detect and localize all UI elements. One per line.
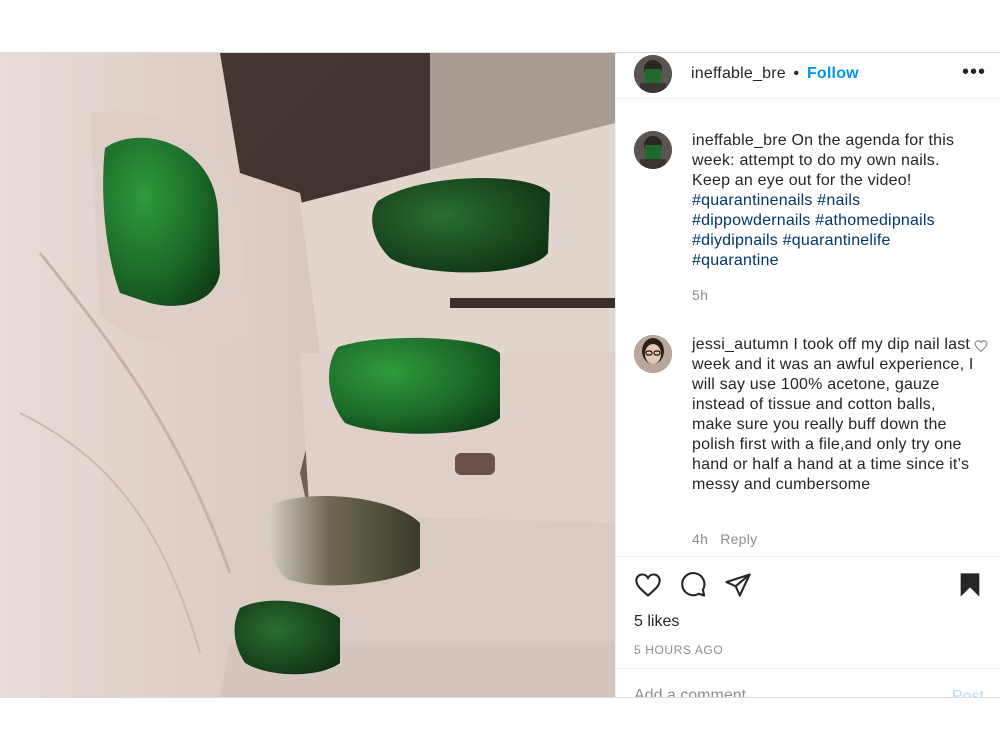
more-options-icon[interactable]: ••• [962,61,986,84]
post-timestamp: 5 HOURS AGO [634,643,724,657]
bookmark-icon[interactable] [956,571,984,599]
author-avatar-image [634,55,672,93]
post-frame: ineffable_bre • Follow ••• ineffable_bre… [0,52,1000,698]
caption-meta: 5h [692,287,720,303]
hashtag[interactable]: #dippowdernails [692,212,811,229]
comment-time[interactable]: 4h [692,531,708,547]
share-icon[interactable] [724,571,752,599]
separator-dot: • [793,65,800,82]
author-username[interactable]: ineffable_bre [691,65,786,82]
nail-photo-image [0,53,615,697]
hashtag[interactable]: #athomedipnails [815,212,935,229]
heart-icon[interactable] [634,571,662,599]
hashtag[interactable]: #diydipnails [692,232,778,249]
reply-button[interactable]: Reply [720,531,757,547]
follow-button[interactable]: Follow [807,65,859,82]
comment-like-heart-icon[interactable] [974,339,988,353]
comments-area[interactable]: ineffable_bre On the agenda for this wee… [616,115,1000,555]
add-comment-bar: Post [616,668,1000,697]
hashtag[interactable]: #quarantinenails [692,192,813,209]
caption-text: ineffable_bre On the agenda for this wee… [692,131,977,271]
hashtag[interactable]: #nails [817,192,860,209]
post-details-panel: ineffable_bre • Follow ••• ineffable_bre… [615,53,1000,697]
caption-time[interactable]: 5h [692,287,708,303]
post-photo[interactable] [0,53,615,697]
caption-username[interactable]: ineffable_bre [692,132,787,149]
add-comment-input[interactable] [634,687,924,697]
commenter-username[interactable]: jessi_autumn [692,336,789,353]
caption-avatar-image [634,131,672,169]
hashtag[interactable]: #quarantinelife [783,232,891,249]
commenter-avatar[interactable] [634,335,672,373]
action-bar: 5 likes 5 HOURS AGO Post [616,556,1000,697]
caption-avatar[interactable] [634,131,672,169]
comment-text: jessi_autumn I took off my dip nail last… [692,335,977,495]
likes-count[interactable]: 5 likes [634,613,679,631]
commenter-avatar-image [634,335,672,373]
comment-meta: 4h Reply [692,531,769,547]
comment-body: I took off my dip nail last week and it … [692,336,974,493]
author-avatar[interactable] [634,55,672,93]
post-header: ineffable_bre • Follow ••• [616,53,1000,99]
post-comment-button[interactable]: Post [952,688,984,697]
hashtag[interactable]: #quarantine [692,252,779,269]
comment-icon[interactable] [679,571,707,599]
header-user-line: ineffable_bre • Follow [691,65,859,83]
